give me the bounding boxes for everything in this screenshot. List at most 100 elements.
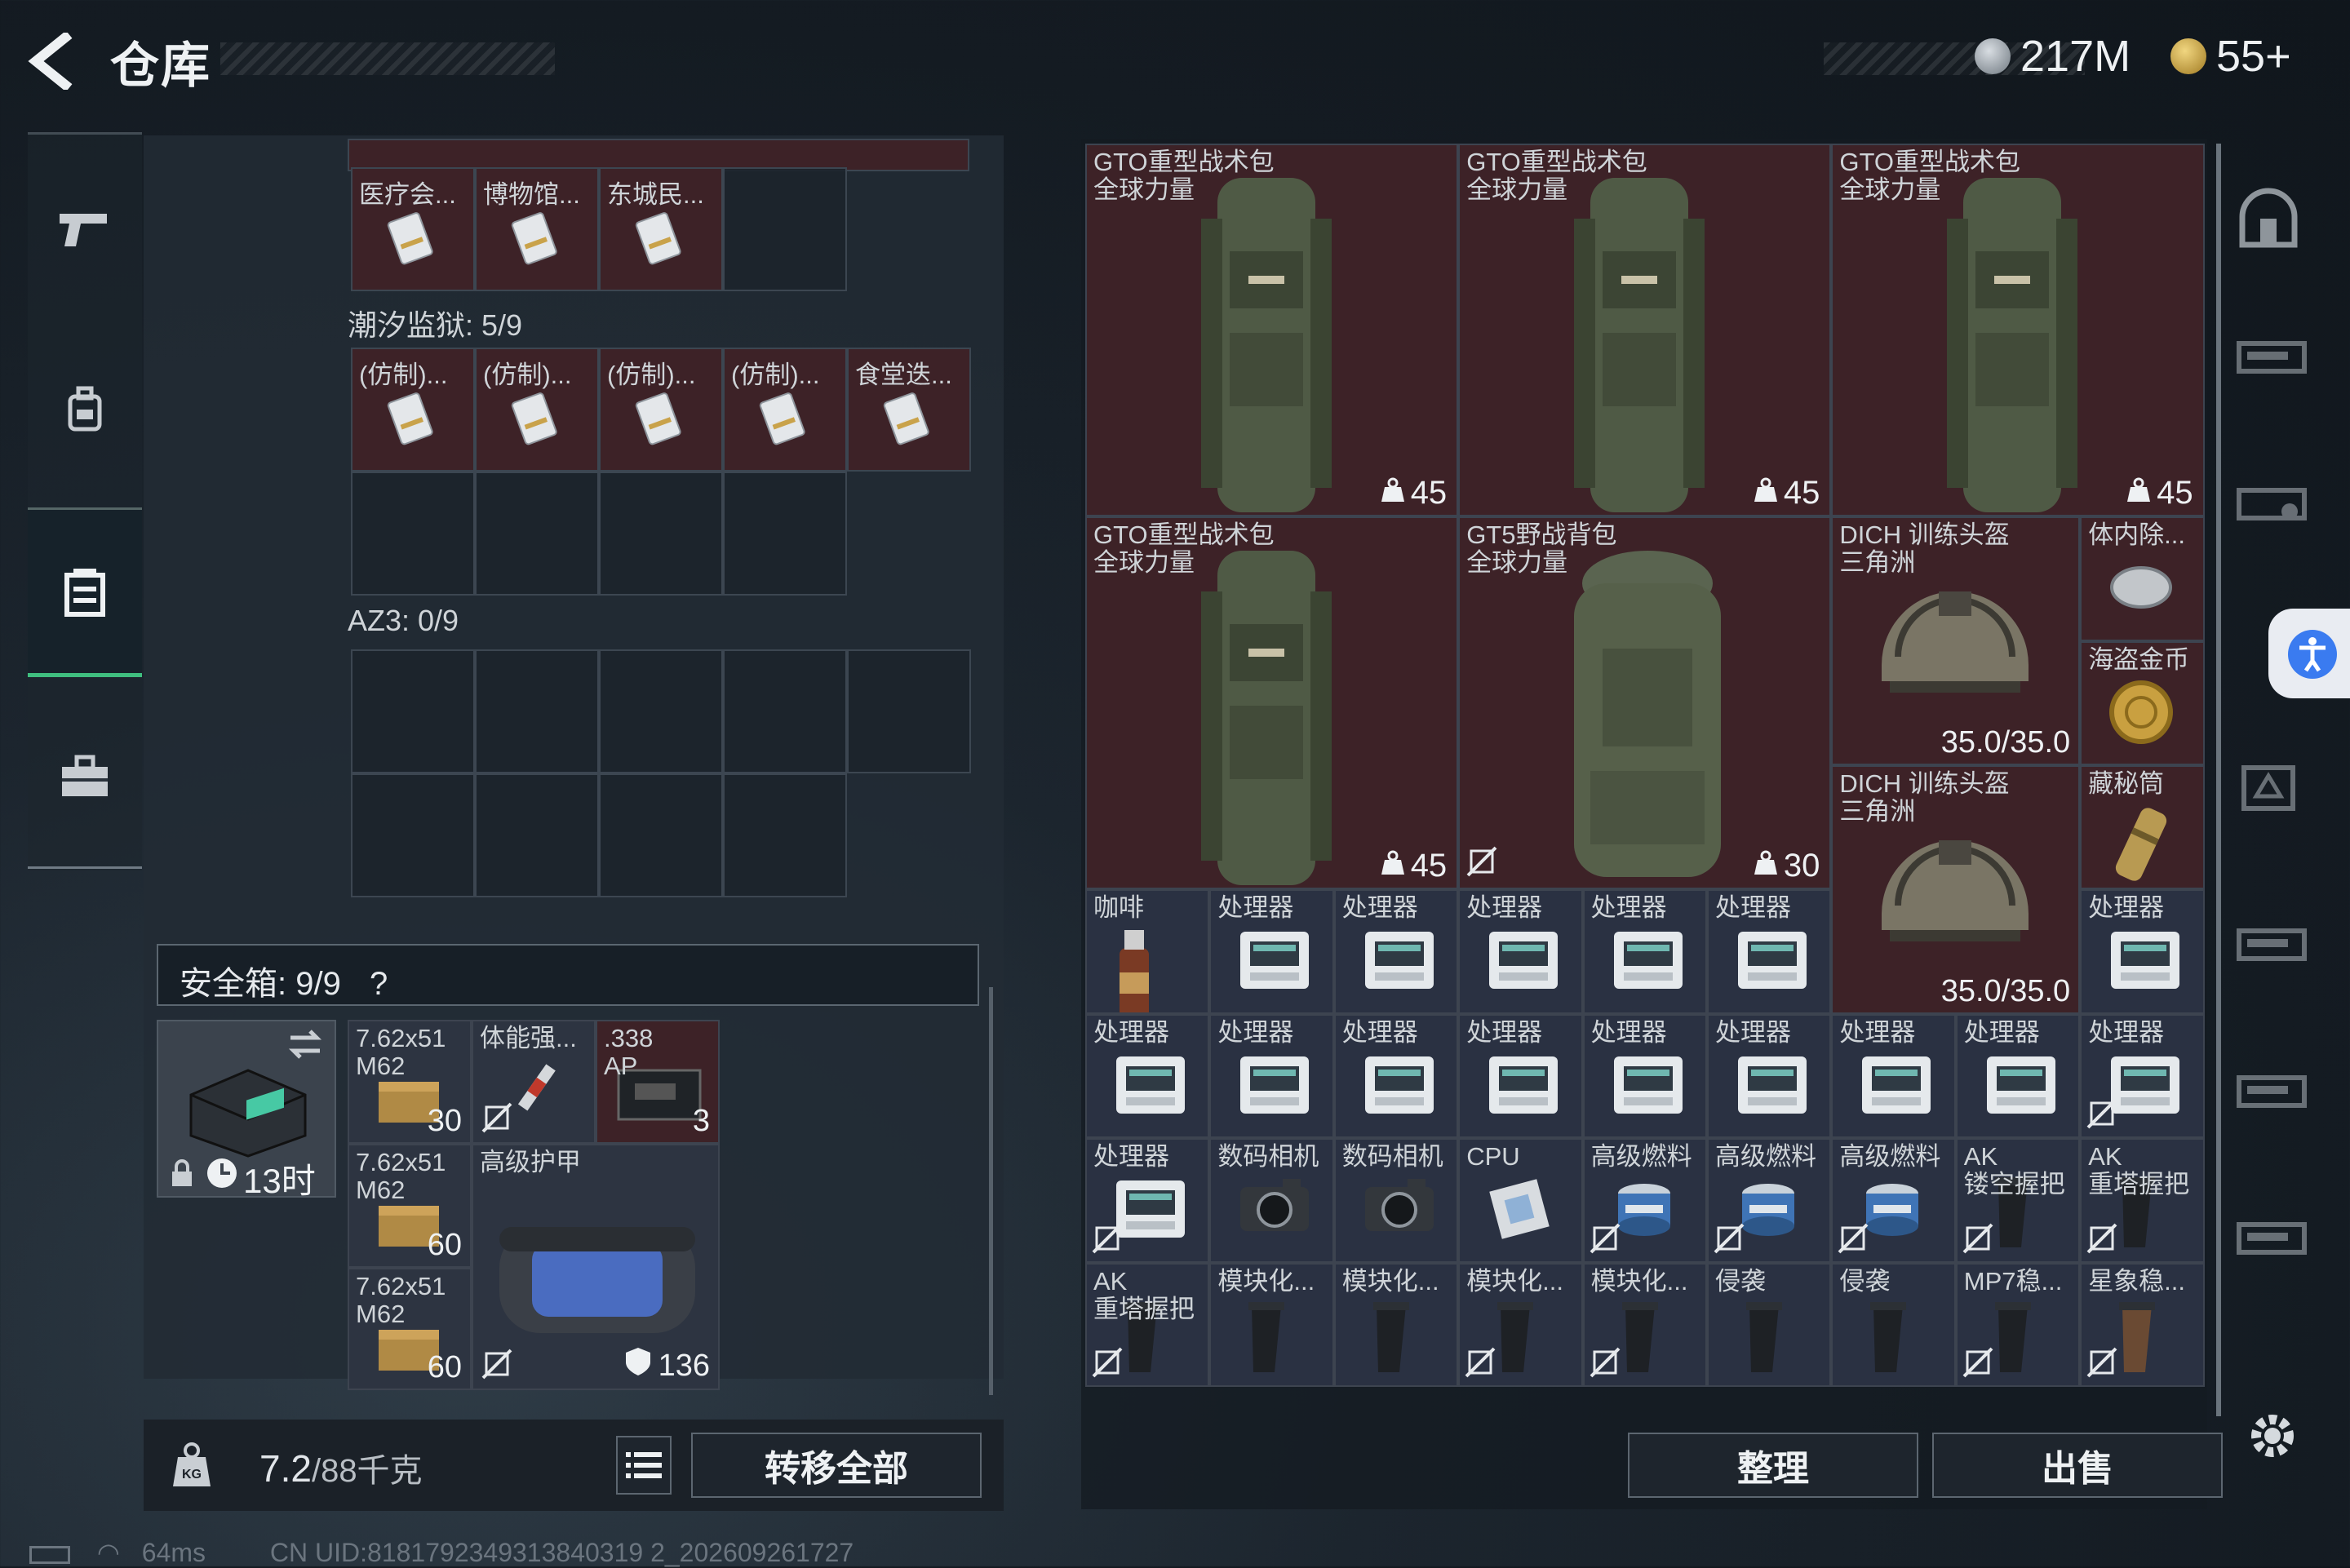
safe-box-container[interactable]: 13时 [157, 1020, 336, 1198]
no-trade-icon [481, 1349, 512, 1384]
silver-currency[interactable]: 217M [1975, 31, 2131, 82]
empty-slot[interactable] [351, 472, 475, 596]
processor-item[interactable]: 处理器 [1955, 1013, 2081, 1139]
processor-item[interactable]: 处理器 [1458, 1013, 1583, 1139]
grip-item[interactable]: 星象稳... [2080, 1262, 2205, 1387]
stash-scrollbar[interactable] [989, 987, 993, 1395]
grip-item[interactable]: 侵袭 [1831, 1262, 1956, 1387]
empty-slot[interactable] [475, 773, 599, 897]
key-card-item[interactable]: 东城民... [599, 167, 723, 291]
settings-gear-icon[interactable] [2244, 1407, 2301, 1468]
processor-item[interactable]: 处理器 [1582, 1013, 1707, 1139]
empty-slot[interactable] [723, 167, 847, 291]
pirate-coin-item[interactable]: 海盗金币 [2080, 640, 2205, 765]
grip-item[interactable]: 模块化... [1458, 1262, 1583, 1387]
gold-currency[interactable]: 55+ [2170, 31, 2291, 82]
key-card-item[interactable]: 博物馆... [475, 167, 599, 291]
helmet-item[interactable]: DICH 训练头盔 三角洲 35.0/35.0 [1831, 765, 2081, 1014]
backpack-item[interactable]: GTO重型战术包 全球力量 45 [1458, 144, 1832, 517]
tab-container-3[interactable] [2236, 760, 2309, 833]
list-view-button[interactable] [616, 1436, 672, 1495]
camera-item[interactable]: 数码相机 [1333, 1138, 1459, 1263]
processor-item[interactable]: 处理器 [1333, 889, 1459, 1014]
empty-slot[interactable] [599, 472, 723, 596]
fuel-item[interactable]: 高级燃料 [1831, 1138, 1956, 1263]
processor-item[interactable]: 处理器 [1458, 889, 1583, 1014]
backpack-item[interactable]: GTO重型战术包 全球力量 45 [1085, 516, 1459, 890]
sort-button[interactable]: 整理 [1628, 1433, 1918, 1498]
processor-item[interactable]: 处理器 [1582, 889, 1707, 1014]
sell-button[interactable]: 出售 [1932, 1433, 2223, 1498]
camera-item[interactable]: 数码相机 [1209, 1138, 1334, 1263]
implant-item[interactable]: 体内除... [2080, 516, 2205, 641]
nav-stash[interactable] [28, 507, 142, 677]
grip-item[interactable]: AK 镂空握把 [1955, 1138, 2081, 1263]
cpu-item[interactable]: CPU [1458, 1138, 1583, 1263]
no-trade-icon [1590, 1223, 1621, 1258]
key-card-item[interactable]: 食堂迭... [847, 348, 971, 472]
empty-slot[interactable] [475, 472, 599, 596]
backpack-item[interactable]: GTO重型战术包 全球力量 45 [1831, 144, 2205, 517]
grip-item[interactable]: 模块化... [1209, 1262, 1334, 1387]
processor-icon [1234, 1048, 1315, 1126]
ammo-item[interactable]: 7.62x51 M62 60 [348, 1268, 472, 1390]
grip-item[interactable]: 模块化... [1582, 1262, 1707, 1387]
processor-item[interactable]: 处理器 [2080, 889, 2205, 1014]
grip-item[interactable]: AK 重塔握把 [1085, 1262, 1210, 1387]
tab-container-1[interactable] [2236, 327, 2309, 401]
processor-item[interactable]: 处理器 [1209, 889, 1334, 1014]
empty-slot[interactable] [351, 773, 475, 897]
empty-slot[interactable] [351, 649, 475, 773]
key-card-item[interactable]: (仿制)... [599, 348, 723, 472]
processor-item[interactable]: 处理器 [1085, 1138, 1210, 1263]
ammo-item[interactable]: 7.62x51 M62 60 [348, 1144, 472, 1268]
processor-item[interactable]: 处理器 [1831, 1013, 1956, 1139]
help-icon[interactable]: ? [370, 966, 388, 1002]
tab-container-5[interactable] [2236, 1061, 2309, 1135]
backpack-item[interactable]: GT5野战背包 全球力量 30 [1458, 516, 1832, 890]
cache-tube-item[interactable]: 藏秘筒 [2080, 765, 2205, 890]
tab-container-2[interactable] [2236, 474, 2309, 547]
transfer-all-button[interactable]: 转移全部 [691, 1433, 982, 1498]
processor-item[interactable]: 处理器 [1209, 1013, 1334, 1139]
empty-slot[interactable] [475, 649, 599, 773]
tab-stash-home[interactable] [2236, 184, 2309, 258]
grip-item[interactable]: AK 重塔握把 [2080, 1138, 2205, 1263]
empty-slot[interactable] [723, 472, 847, 596]
processor-item[interactable]: 处理器 [2080, 1013, 2205, 1139]
helmet-item[interactable]: DICH 训练头盔 三角洲 35.0/35.0 [1831, 516, 2081, 765]
processor-item[interactable]: 处理器 [1085, 1013, 1210, 1139]
coffee-item[interactable]: 咖啡 [1085, 889, 1210, 1014]
backpack-icon [1185, 526, 1348, 888]
empty-slot[interactable] [723, 773, 847, 897]
back-arrow-icon[interactable] [24, 30, 90, 92]
inventory-scrollbar[interactable] [2216, 144, 2221, 1416]
key-card-item[interactable]: (仿制)... [723, 348, 847, 472]
grip-item[interactable]: 侵袭 [1707, 1262, 1832, 1387]
nav-backpack[interactable] [28, 328, 142, 491]
grip-item[interactable]: MP7稳... [1955, 1262, 2081, 1387]
ammo-item[interactable]: 7.62x51 M62 30 [348, 1020, 472, 1144]
tab-container-4[interactable] [2236, 915, 2309, 988]
empty-slot[interactable] [847, 649, 971, 773]
empty-slot[interactable] [723, 649, 847, 773]
grip-item[interactable]: 模块化... [1333, 1262, 1459, 1387]
tab-container-6[interactable] [2236, 1208, 2309, 1282]
armor-item[interactable]: 高级护甲 136 [472, 1144, 720, 1390]
ammo-item[interactable]: .338 AP 3 [596, 1020, 720, 1144]
key-card-item[interactable]: (仿制)... [351, 348, 475, 472]
backpack-item[interactable]: GTO重型战术包 全球力量 45 [1085, 144, 1459, 517]
processor-item[interactable]: 处理器 [1333, 1013, 1459, 1139]
nav-weapon[interactable] [28, 148, 142, 312]
processor-item[interactable]: 处理器 [1707, 889, 1832, 1014]
fuel-item[interactable]: 高级燃料 [1582, 1138, 1707, 1263]
nav-toolbox[interactable] [28, 695, 142, 858]
processor-item[interactable]: 处理器 [1707, 1013, 1832, 1139]
empty-slot[interactable] [599, 773, 723, 897]
empty-slot[interactable] [599, 649, 723, 773]
fuel-item[interactable]: 高级燃料 [1707, 1138, 1832, 1263]
accessibility-button[interactable] [2268, 609, 2350, 698]
key-card-item[interactable]: 医疗会... [351, 167, 475, 291]
stim-item[interactable]: 体能强... [472, 1020, 596, 1144]
key-card-item[interactable]: (仿制)... [475, 348, 599, 472]
